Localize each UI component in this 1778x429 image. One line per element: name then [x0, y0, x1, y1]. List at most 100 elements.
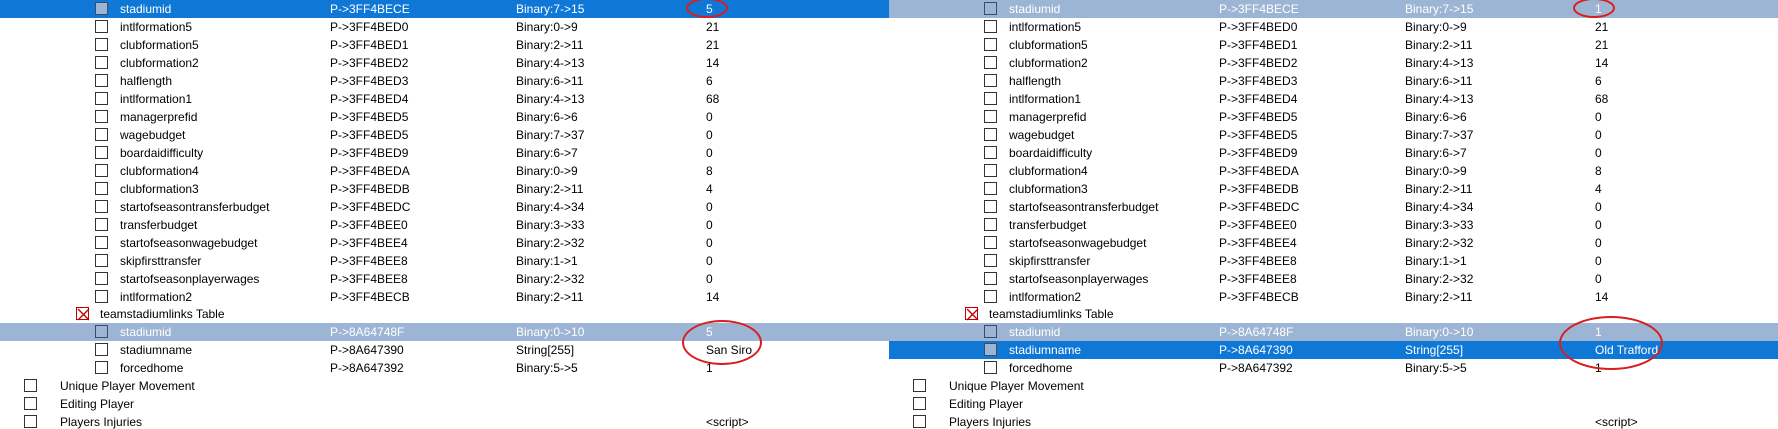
field-value[interactable]: 0 [706, 198, 713, 216]
table-row[interactable]: wagebudget P->3FF4BED5 Binary:7->37 0 [0, 126, 889, 144]
field-value[interactable]: 0 [1595, 126, 1602, 144]
table-row[interactable]: startofseasonwagebudget P->3FF4BEE4 Bina… [0, 234, 889, 252]
table-row[interactable]: halflength P->3FF4BED3 Binary:6->11 6 [0, 72, 889, 90]
table-row[interactable]: clubformation4 P->3FF4BEDA Binary:0->9 8 [0, 162, 889, 180]
row-checkbox[interactable] [984, 20, 997, 33]
row-checkbox[interactable] [984, 38, 997, 51]
row-checkbox[interactable] [95, 325, 108, 338]
table-row[interactable]: intlformation2 P->3FF4BECB Binary:2->11 … [0, 288, 889, 306]
table-row[interactable]: clubformation2 P->3FF4BED2 Binary:4->13 … [0, 54, 889, 72]
tree-item[interactable]: Unique Player Movement [0, 377, 889, 395]
field-value[interactable]: 14 [1595, 288, 1608, 306]
table-row[interactable]: skipfirsttransfer P->3FF4BEE8 Binary:1->… [889, 252, 1778, 270]
row-checkbox[interactable] [95, 218, 108, 231]
table-row[interactable]: stadiumid P->8A64748F Binary:0->10 5 [0, 323, 889, 341]
table-row[interactable]: intlformation2 P->3FF4BECB Binary:2->11 … [889, 288, 1778, 306]
row-checkbox[interactable] [984, 236, 997, 249]
table-row[interactable]: clubformation4 P->3FF4BEDA Binary:0->9 8 [889, 162, 1778, 180]
table-row[interactable]: clubformation3 P->3FF4BEDB Binary:2->11 … [0, 180, 889, 198]
table-row[interactable]: intlformation1 P->3FF4BED4 Binary:4->13 … [889, 90, 1778, 108]
table-row[interactable]: managerprefid P->3FF4BED5 Binary:6->6 0 [889, 108, 1778, 126]
row-checkbox[interactable] [95, 110, 108, 123]
field-value[interactable]: 21 [706, 18, 719, 36]
row-checkbox[interactable] [984, 218, 997, 231]
field-value[interactable]: 4 [706, 180, 713, 198]
table-row[interactable]: skipfirsttransfer P->3FF4BEE8 Binary:1->… [0, 252, 889, 270]
item-checkbox[interactable] [24, 415, 37, 428]
row-checkbox[interactable] [984, 361, 997, 374]
row-checkbox[interactable] [95, 164, 108, 177]
row-checkbox[interactable] [95, 272, 108, 285]
field-value[interactable]: 1 [706, 359, 713, 377]
field-value[interactable]: 21 [706, 36, 719, 54]
table-row[interactable]: halflength P->3FF4BED3 Binary:6->11 6 [889, 72, 1778, 90]
field-value[interactable]: 4 [1595, 180, 1602, 198]
row-checkbox[interactable] [95, 361, 108, 374]
item-checkbox[interactable] [24, 379, 37, 392]
table-group-row[interactable]: teamstadiumlinks Table [0, 305, 889, 323]
row-checkbox[interactable] [984, 56, 997, 69]
row-checkbox[interactable] [984, 146, 997, 159]
table-row[interactable]: intlformation5 P->3FF4BED0 Binary:0->9 2… [0, 18, 889, 36]
field-value[interactable]: 68 [1595, 90, 1608, 108]
field-value[interactable]: 0 [1595, 270, 1602, 288]
field-value[interactable]: 21 [1595, 18, 1608, 36]
field-value[interactable]: 0 [1595, 234, 1602, 252]
table-row[interactable]: forcedhome P->8A647392 Binary:5->5 1 [0, 359, 889, 377]
field-value[interactable]: 1 [1595, 359, 1602, 377]
field-value[interactable]: 0 [706, 126, 713, 144]
item-checkbox[interactable] [913, 415, 926, 428]
table-row[interactable]: forcedhome P->8A647392 Binary:5->5 1 [889, 359, 1778, 377]
table-row[interactable]: clubformation2 P->3FF4BED2 Binary:4->13 … [889, 54, 1778, 72]
table-row[interactable]: wagebudget P->3FF4BED5 Binary:7->37 0 [889, 126, 1778, 144]
table-close-icon[interactable] [965, 307, 979, 321]
field-value[interactable]: 0 [706, 252, 713, 270]
field-value[interactable]: 14 [1595, 54, 1608, 72]
row-checkbox[interactable] [984, 254, 997, 267]
table-row[interactable]: stadiumname P->8A647390 String[255] San … [0, 341, 889, 359]
row-checkbox[interactable] [95, 254, 108, 267]
row-checkbox[interactable] [984, 2, 997, 15]
field-value[interactable]: San Siro [706, 341, 752, 359]
field-value[interactable]: 21 [1595, 36, 1608, 54]
tree-item[interactable]: Players Injuries <script> [889, 413, 1778, 429]
row-checkbox[interactable] [984, 290, 997, 303]
field-value[interactable]: 0 [1595, 216, 1602, 234]
field-value[interactable]: 1 [1595, 0, 1602, 18]
field-value[interactable]: Old Trafford [1595, 341, 1658, 359]
row-checkbox[interactable] [984, 74, 997, 87]
field-value[interactable]: 1 [1595, 323, 1602, 341]
row-checkbox[interactable] [95, 38, 108, 51]
table-row[interactable]: managerprefid P->3FF4BED5 Binary:6->6 0 [0, 108, 889, 126]
table-row[interactable]: stadiumid P->3FF4BECE Binary:7->15 1 [889, 0, 1778, 18]
field-value[interactable]: 0 [706, 216, 713, 234]
row-checkbox[interactable] [95, 74, 108, 87]
row-checkbox[interactable] [95, 20, 108, 33]
table-row[interactable]: clubformation3 P->3FF4BEDB Binary:2->11 … [889, 180, 1778, 198]
table-row[interactable]: clubformation5 P->3FF4BED1 Binary:2->11 … [0, 36, 889, 54]
table-row[interactable]: startofseasontransferbudget P->3FF4BEDC … [889, 198, 1778, 216]
field-value[interactable]: 6 [1595, 72, 1602, 90]
item-checkbox[interactable] [913, 397, 926, 410]
row-checkbox[interactable] [95, 146, 108, 159]
tree-item[interactable]: Unique Player Movement [889, 377, 1778, 395]
field-value[interactable]: 0 [1595, 198, 1602, 216]
table-row[interactable]: startofseasontransferbudget P->3FF4BEDC … [0, 198, 889, 216]
row-checkbox[interactable] [984, 325, 997, 338]
field-value[interactable]: 0 [706, 108, 713, 126]
field-value[interactable]: 0 [706, 144, 713, 162]
table-row[interactable]: stadiumid P->8A64748F Binary:0->10 1 [889, 323, 1778, 341]
field-value[interactable]: 68 [706, 90, 719, 108]
tree-item[interactable]: Editing Player [889, 395, 1778, 413]
field-value[interactable]: 6 [706, 72, 713, 90]
item-checkbox[interactable] [913, 379, 926, 392]
row-checkbox[interactable] [984, 128, 997, 141]
table-close-icon[interactable] [76, 307, 90, 321]
field-value[interactable]: 14 [706, 54, 719, 72]
row-checkbox[interactable] [95, 236, 108, 249]
table-row[interactable]: intlformation1 P->3FF4BED4 Binary:4->13 … [0, 90, 889, 108]
table-row[interactable]: startofseasonplayerwages P->3FF4BEE8 Bin… [889, 270, 1778, 288]
table-row[interactable]: intlformation5 P->3FF4BED0 Binary:0->9 2… [889, 18, 1778, 36]
table-row[interactable]: boardaidifficulty P->3FF4BED9 Binary:6->… [889, 144, 1778, 162]
field-value[interactable]: 0 [706, 234, 713, 252]
